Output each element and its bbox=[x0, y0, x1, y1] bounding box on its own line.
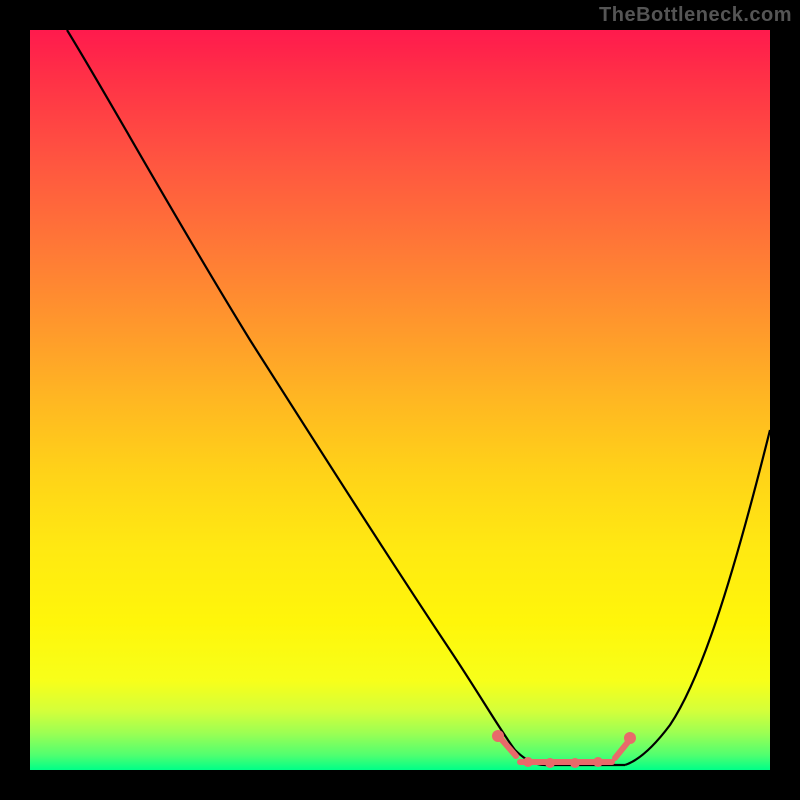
trough-marker bbox=[492, 730, 636, 768]
trough-dot-2 bbox=[545, 758, 555, 768]
bottleneck-curve-right bbox=[625, 430, 770, 765]
chart-frame: TheBottleneck.com bbox=[0, 0, 800, 800]
plot-area bbox=[30, 30, 770, 770]
bottleneck-curve-left bbox=[67, 30, 545, 765]
trough-dot-4 bbox=[593, 757, 603, 767]
trough-dot-right-upper bbox=[624, 732, 636, 744]
trough-dot-3 bbox=[570, 758, 580, 768]
trough-dot-1 bbox=[523, 757, 533, 767]
watermark-text: TheBottleneck.com bbox=[599, 4, 792, 27]
curve-overlay bbox=[30, 30, 770, 770]
trough-tick-right bbox=[615, 742, 628, 758]
